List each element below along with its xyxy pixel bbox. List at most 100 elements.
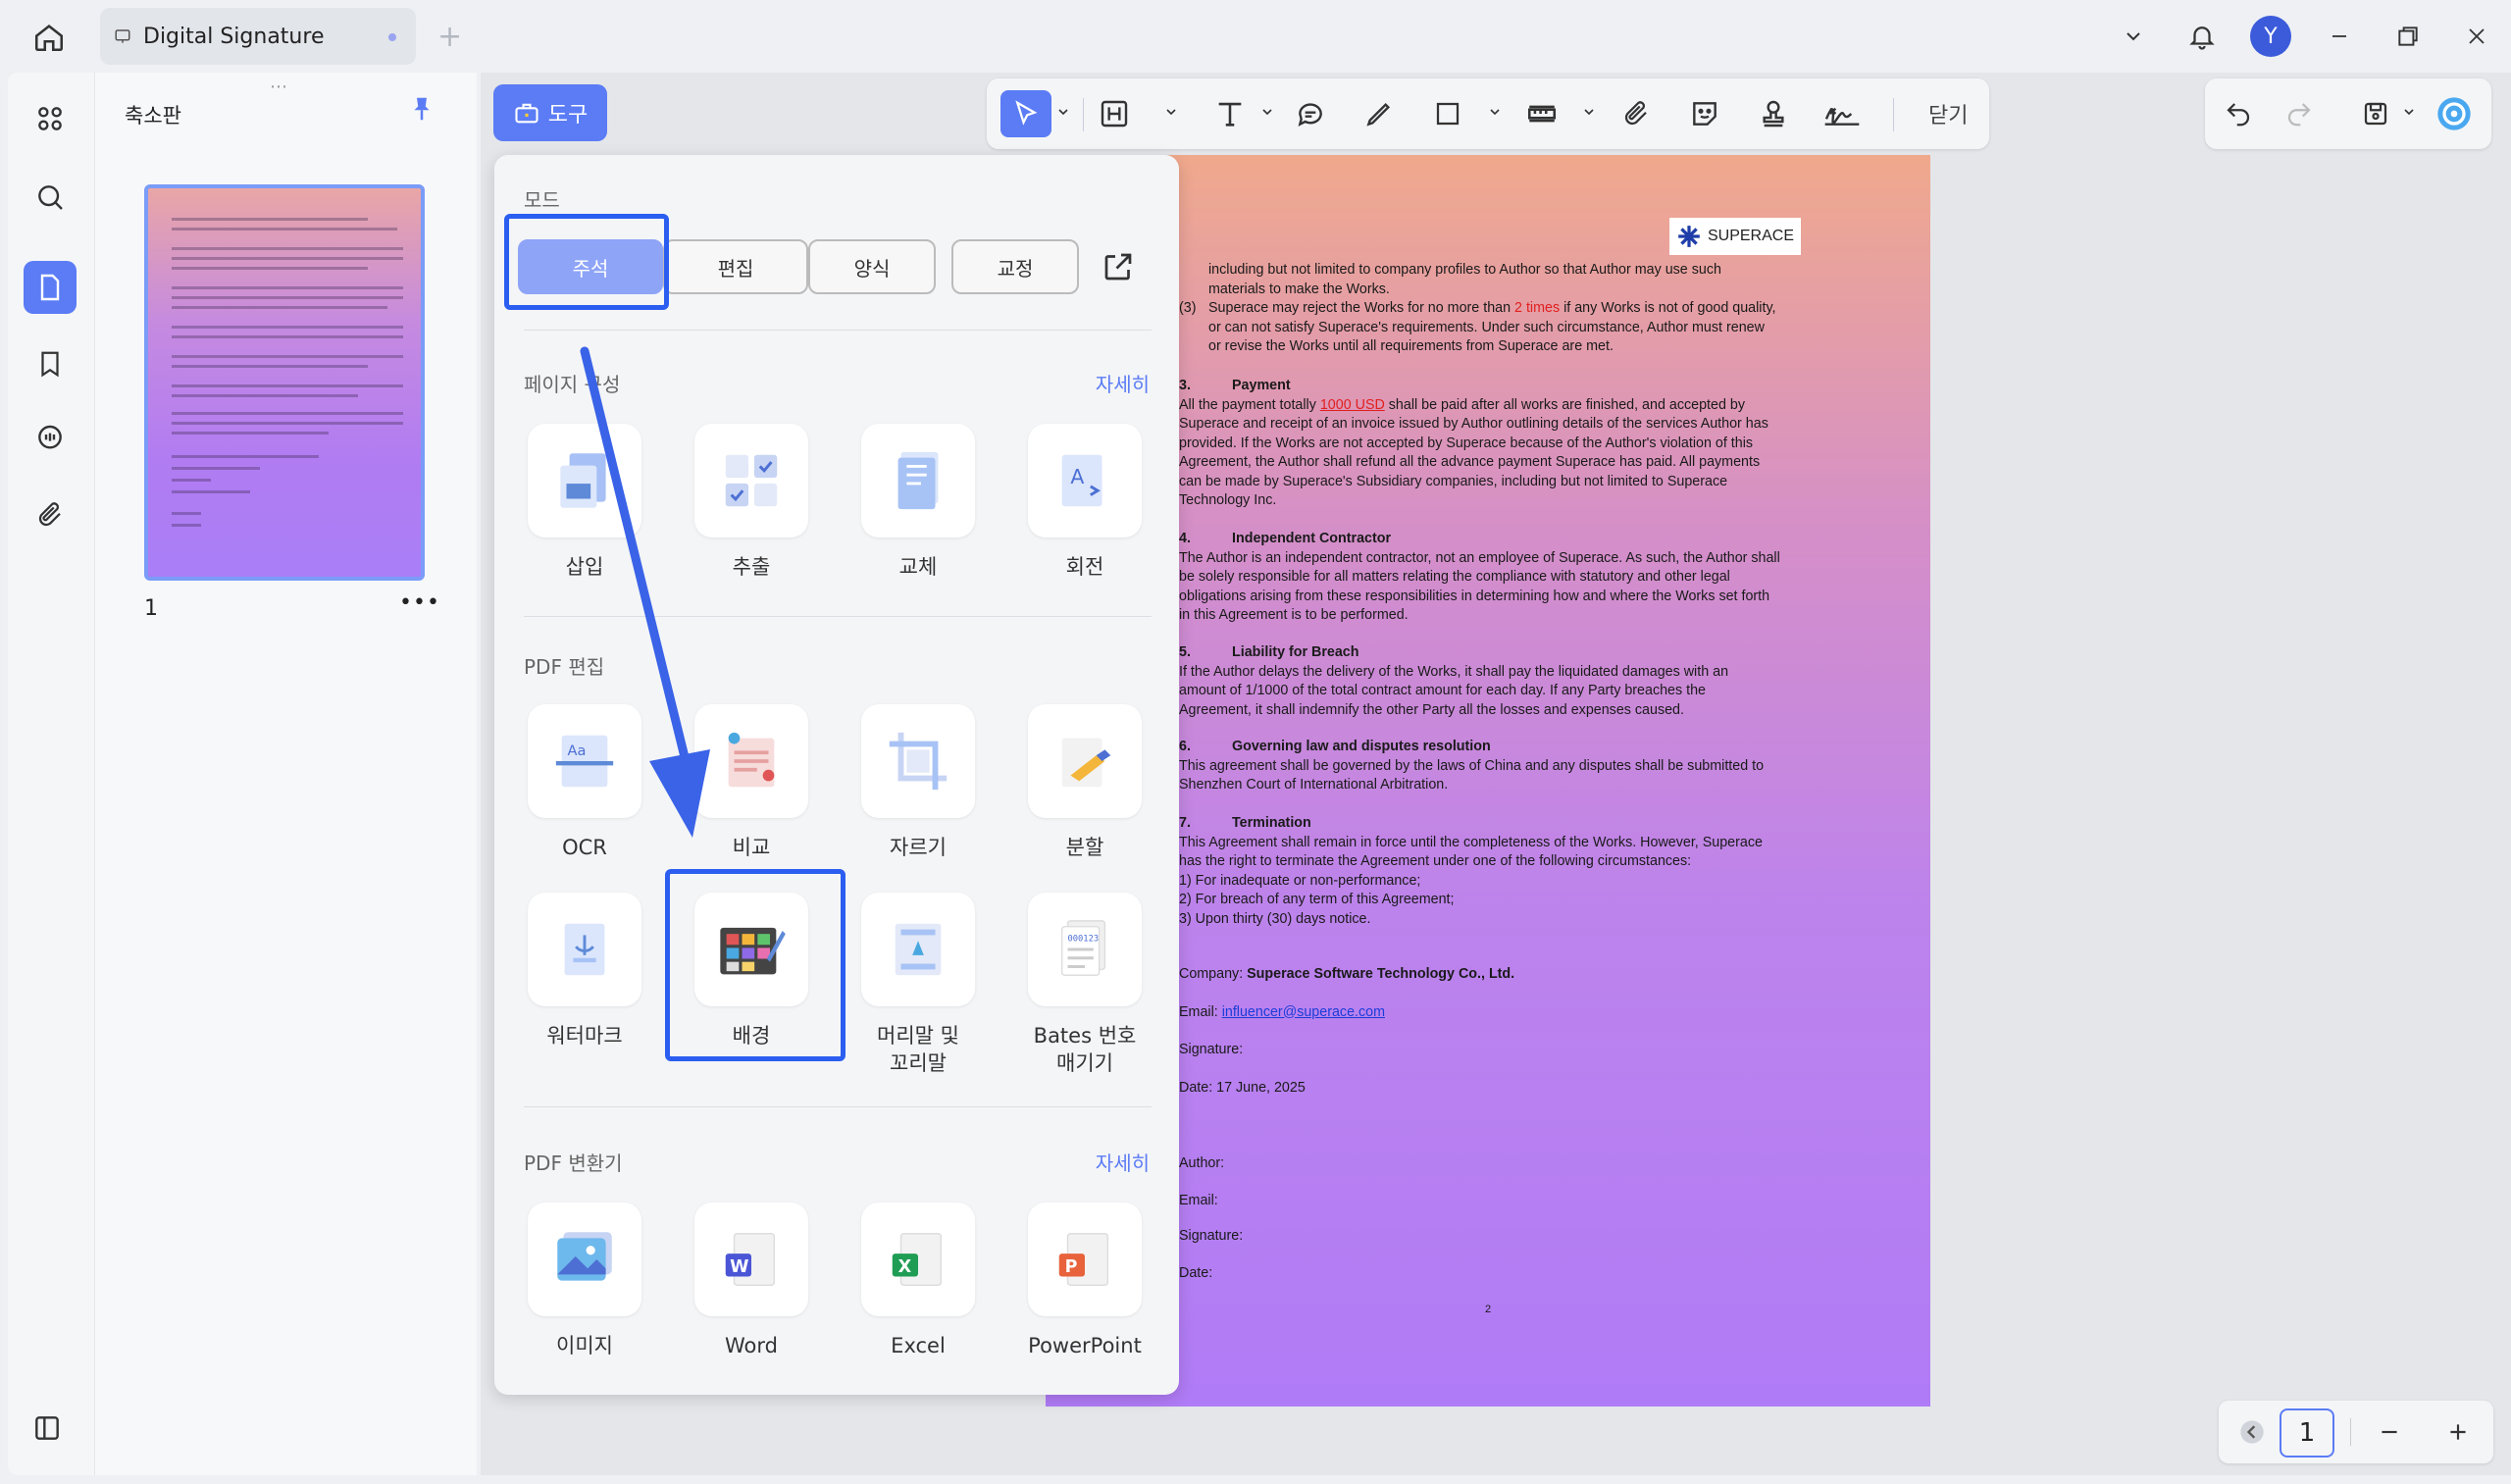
tool-crop[interactable]: 자르기 (840, 704, 997, 861)
shape-tool[interactable] (1422, 90, 1473, 137)
chevron-down-icon (2127, 32, 2140, 41)
restore-icon (2398, 26, 2418, 46)
doc-section-contractor: 4. Independent Contractor The Author is a… (1179, 531, 1780, 623)
save-caret-icon[interactable] (2401, 104, 2417, 120)
prev-page-button[interactable] (2230, 1410, 2274, 1454)
redo-button[interactable] (2274, 90, 2325, 137)
panel-grip[interactable]: ⋯ (270, 77, 289, 97)
pencil-icon (1366, 102, 1391, 127)
mode-proofread-button[interactable]: 교정 (951, 239, 1079, 294)
tool-bates-numbering[interactable]: 000123 Bates 번호 매기기 (1006, 893, 1163, 1077)
rail-attachments-button[interactable] (24, 488, 77, 541)
close-window-button[interactable] (2442, 0, 2511, 73)
tool-header-footer[interactable]: 머리말 및 꼬리말 (840, 893, 997, 1077)
superace-logo-icon (1678, 226, 1700, 247)
instruction-arrow (580, 346, 710, 838)
convert-image[interactable]: 이미지 (506, 1203, 663, 1359)
replace-page-icon (897, 451, 939, 510)
convert-powerpoint[interactable]: P PowerPoint (1006, 1203, 1163, 1359)
attach-tool[interactable] (1611, 90, 1662, 137)
pencil-tool[interactable] (1354, 90, 1405, 137)
ruler-icon (1527, 105, 1557, 123)
thumbnail-panel: ⋯ 축소판 1 ••• (94, 73, 477, 1475)
tab-digital-signature[interactable]: Digital Signature (100, 8, 416, 65)
select-caret-icon[interactable] (1055, 104, 1071, 120)
pin-icon (414, 97, 430, 121)
undo-button[interactable] (2213, 90, 2264, 137)
svg-text:X: X (898, 1257, 912, 1277)
doc-section-governing-law: 6. Governing law and disputes resolution … (1179, 739, 1765, 793)
save-button[interactable] (2350, 90, 2401, 137)
rail-comments-button[interactable] (24, 412, 77, 465)
background-highlight-box (665, 869, 846, 1061)
rail-search-button[interactable] (24, 171, 77, 224)
convert-excel[interactable]: X Excel (840, 1203, 997, 1359)
tab-list-button[interactable] (2099, 0, 2168, 73)
grid-icon (38, 107, 62, 130)
notifications-button[interactable] (2168, 0, 2236, 73)
document-tab-icon (115, 29, 130, 43)
open-external-button[interactable] (1101, 249, 1136, 288)
text-tool[interactable] (1204, 90, 1256, 137)
speech-bubble-icon (1298, 103, 1322, 127)
undo-icon (2227, 103, 2250, 127)
mode-form-button[interactable]: 양식 (808, 239, 936, 294)
mode-label: 모드 (524, 188, 560, 212)
convert-word[interactable]: W Word (673, 1203, 830, 1359)
chevron-left-icon (2240, 1420, 2264, 1444)
watermark-icon (564, 923, 605, 976)
shape-caret-icon[interactable] (1487, 104, 1503, 120)
tool-watermark[interactable]: 워터마크 (506, 893, 663, 1049)
avatar: Y (2250, 16, 2291, 57)
tools-label: 도구 (547, 103, 589, 128)
ai-assistant-button[interactable] (2429, 90, 2480, 137)
rail-apps-button[interactable] (24, 92, 77, 145)
select-tool[interactable] (1000, 90, 1051, 137)
comment-tool[interactable] (1285, 90, 1336, 137)
doc-section-liability: 5. Liability for Breach If the Author del… (1179, 644, 1729, 718)
text-caret-icon[interactable] (1259, 104, 1275, 120)
pin-panel-button[interactable] (407, 94, 436, 128)
zoom-in-button[interactable] (2436, 1410, 2480, 1454)
rail-thumbnails-button[interactable] (24, 261, 77, 314)
sticker-tool[interactable] (1679, 90, 1730, 137)
thumbnail-more-button[interactable]: ••• (399, 590, 440, 615)
rail-settings-button[interactable] (31, 1412, 63, 1448)
minimize-button[interactable] (2305, 0, 2374, 73)
header-footer-icon (895, 923, 942, 976)
stamp-tool[interactable] (1748, 90, 1799, 137)
page-icon (40, 274, 60, 301)
home-button[interactable] (27, 18, 71, 57)
excel-icon: X (892, 1233, 943, 1286)
measure-tool[interactable] (1516, 90, 1567, 137)
measure-caret-icon[interactable] (1581, 104, 1597, 120)
signature-tool[interactable] (1817, 90, 1868, 137)
tool-rotate[interactable]: A 회전 (1006, 424, 1163, 581)
close-icon (2469, 28, 2485, 44)
page-number-input[interactable]: 1 (2280, 1408, 2334, 1458)
tool-replace[interactable]: 교체 (840, 424, 997, 581)
sticker-icon (1693, 102, 1717, 126)
crop-icon (889, 732, 948, 791)
search-icon (38, 185, 63, 210)
rail-bookmarks-button[interactable] (24, 337, 77, 390)
page-organize-more-link[interactable]: 자세히 (1096, 369, 1150, 397)
pdf-convert-more-link[interactable]: 자세히 (1096, 1148, 1150, 1176)
highlight-caret-icon[interactable] (1163, 104, 1179, 120)
image-icon (557, 1232, 612, 1281)
highlight-tool[interactable] (1089, 90, 1140, 137)
tools-button[interactable]: 도구 (493, 84, 607, 141)
zoom-out-button[interactable] (2368, 1410, 2411, 1454)
page-thumbnail[interactable] (144, 184, 425, 581)
new-tab-button[interactable]: + (437, 20, 462, 54)
mode-edit-button[interactable]: 편집 (663, 239, 808, 294)
cursor-icon (1015, 100, 1038, 126)
home-icon (34, 25, 64, 52)
thumbnail-page-number: 1 (144, 596, 158, 621)
powerpoint-icon: P (1058, 1233, 1109, 1286)
close-toolbar-button[interactable]: 닫기 (1928, 98, 1968, 129)
tool-split[interactable]: 분할 (1006, 704, 1163, 861)
word-icon: W (725, 1233, 776, 1286)
account-button[interactable]: Y (2236, 0, 2305, 73)
restore-button[interactable] (2374, 0, 2442, 73)
